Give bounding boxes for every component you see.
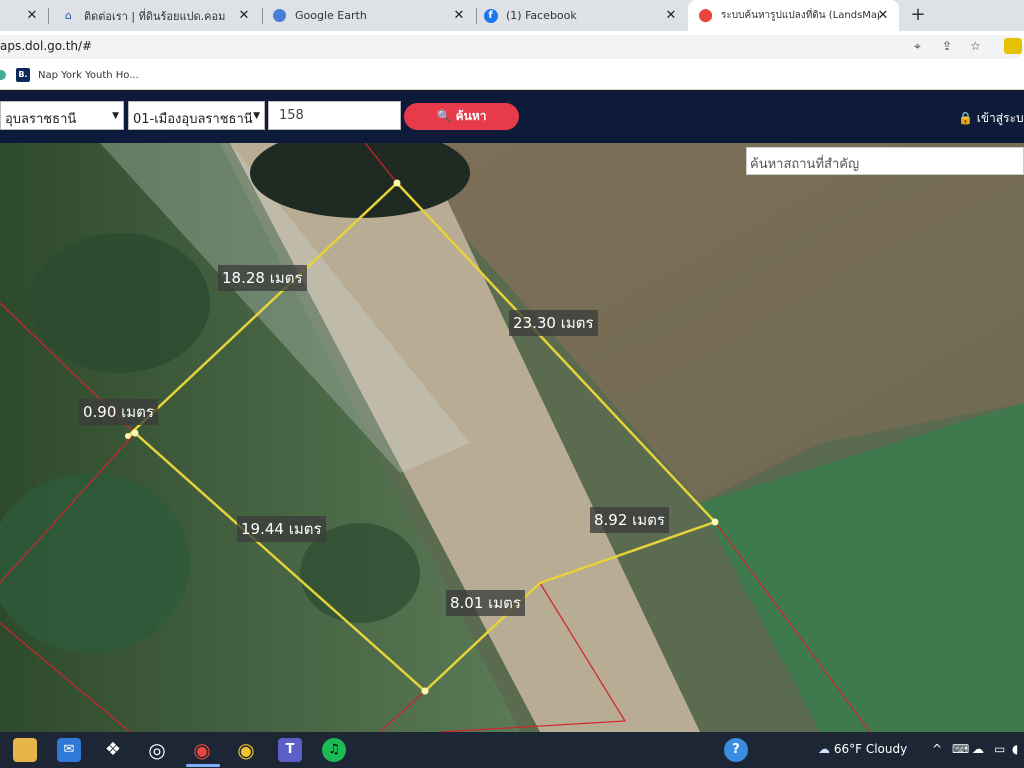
volume-icon[interactable]: ▭ <box>994 742 1005 756</box>
bookmark-favicon <box>0 70 6 80</box>
map-pin-icon: ⬤ <box>698 8 713 23</box>
map-canvas <box>0 143 1024 732</box>
district-select[interactable]: 01-เมืองอุบลราชธานี ▼ <box>128 101 265 130</box>
close-tab-icon[interactable]: ✕ <box>24 8 40 23</box>
bookmark-b-icon: B. <box>16 68 30 82</box>
weather-widget[interactable]: ☁ 66°F Cloudy <box>818 742 907 756</box>
extension-icon[interactable] <box>1004 38 1022 54</box>
tree-cluster <box>30 233 210 373</box>
parcel-vertex[interactable] <box>711 518 719 526</box>
location-icon[interactable]: ⌖ <box>914 39 921 54</box>
spotify-icon[interactable]: ♫ <box>322 738 346 762</box>
parcel-vertex[interactable] <box>393 179 401 187</box>
url-text: aps.dol.go.th/# <box>0 39 93 53</box>
tab-title: Google Earth <box>295 9 367 22</box>
place-search-input[interactable]: ค้นหาสถานที่สำคัญ <box>746 147 1024 175</box>
browser-tab-2[interactable]: Google Earth ✕ <box>268 0 475 31</box>
tab-title: ติดต่อเรา | ที่ดินร้อยแปด.คอม <box>84 9 226 23</box>
chevron-down-icon: ▼ <box>253 111 260 121</box>
browser-tab-0[interactable]: ✕ <box>0 0 48 31</box>
search-button[interactable]: 🔍 ค้นหา <box>404 103 519 130</box>
teams-icon[interactable]: T <box>278 738 302 762</box>
close-tab-icon[interactable]: ✕ <box>875 8 891 23</box>
google-earth-icon <box>272 8 287 23</box>
url-field[interactable]: aps.dol.go.th/# <box>0 35 1024 59</box>
chevron-down-icon: ▼ <box>112 111 119 121</box>
close-tab-icon[interactable]: ✕ <box>663 8 679 23</box>
help-icon[interactable]: ? <box>724 738 748 762</box>
github-icon[interactable]: ◎ <box>145 738 169 762</box>
district-value: 01-เมืองอุบลราชธานี <box>133 112 253 127</box>
measurement-label: 18.28 เมตร <box>218 265 307 291</box>
new-tab-button[interactable]: + <box>907 4 929 26</box>
dropbox-icon[interactable]: ❖ <box>101 738 125 762</box>
measurement-label: 23.30 เมตร <box>509 310 598 336</box>
speaker-icon[interactable]: ◖ <box>1012 742 1018 756</box>
bookmark-star-icon[interactable]: ☆ <box>970 39 981 53</box>
browser-tab-4-active[interactable]: ⬤ ระบบค้นหารูปแปลงที่ดิน (LandsMaps ✕ <box>688 0 899 31</box>
tab-title: ระบบค้นหารูปแปลงที่ดิน (LandsMaps <box>721 10 879 21</box>
network-icon[interactable]: ⌨ <box>952 742 969 756</box>
parcel-vertex[interactable] <box>131 429 139 437</box>
satellite-map[interactable]: ค้นหาสถานที่สำคัญ 18.28 เมตร 23.30 เมตร … <box>0 143 1024 732</box>
login-link[interactable]: 🔒 เข้าสู่ระบบ <box>958 109 1024 128</box>
parcel-number-input[interactable]: 158 <box>268 101 401 130</box>
tab-title: (1) Facebook <box>506 9 577 22</box>
browser-tab-strip: ✕ ⌂ ติดต่อเรา | ที่ดินร้อยแปด.คอม ✕ Goog… <box>0 0 1024 31</box>
mail-icon[interactable]: ✉ <box>57 738 81 762</box>
province-select[interactable]: อุบลราชธานี ▼ <box>0 101 124 130</box>
share-icon[interactable]: ⇪ <box>942 39 952 53</box>
file-explorer-icon[interactable] <box>13 738 37 762</box>
address-bar-row: aps.dol.go.th/# ⌖ ⇪ ☆ <box>0 31 1024 62</box>
parcel-vertex[interactable] <box>421 687 429 695</box>
active-app-indicator <box>186 764 220 767</box>
facebook-icon: f <box>483 8 498 23</box>
weather-text: 66°F Cloudy <box>833 742 908 756</box>
chrome-icon[interactable]: ◉ <box>190 738 214 762</box>
parcel-vertex[interactable] <box>125 433 131 439</box>
measurement-label: 8.01 เมตร <box>446 590 525 616</box>
bookmarks-bar: B. Nap York Youth Ho... <box>0 62 1024 90</box>
bookmark-nap-york[interactable]: B. Nap York Youth Ho... <box>16 68 139 82</box>
home-icon: ⌂ <box>65 9 72 22</box>
onedrive-icon[interactable]: ☁ <box>972 742 984 756</box>
windows-taskbar: ✉ ❖ ◎ ◉ ◉ T ♫ ? ☁ 66°F Cloudy ^ ⌨ ☁ ▭ ◖ <box>0 732 1024 768</box>
cloud-icon: ☁ <box>818 742 830 756</box>
measurement-label: 0.90 เมตร <box>79 399 158 425</box>
measurement-label: 8.92 เมตร <box>590 507 669 533</box>
close-tab-icon[interactable]: ✕ <box>451 8 467 23</box>
bookmark-label: Nap York Youth Ho... <box>38 69 139 81</box>
tray-overflow-icon[interactable]: ^ <box>932 742 942 756</box>
province-value: อุบลราชธานี <box>5 112 77 127</box>
browser-tab-3[interactable]: f (1) Facebook ✕ <box>481 0 687 31</box>
site-search-bar: อุบลราชธานี ▼ 01-เมืองอุบลราชธานี ▼ 158 … <box>0 91 1024 143</box>
close-tab-icon[interactable]: ✕ <box>236 8 252 23</box>
chrome-icon[interactable]: ◉ <box>234 738 258 762</box>
measurement-label: 19.44 เมตร <box>237 516 326 542</box>
browser-tab-1[interactable]: ⌂ ติดต่อเรา | ที่ดินร้อยแปด.คอม ✕ <box>55 0 260 31</box>
